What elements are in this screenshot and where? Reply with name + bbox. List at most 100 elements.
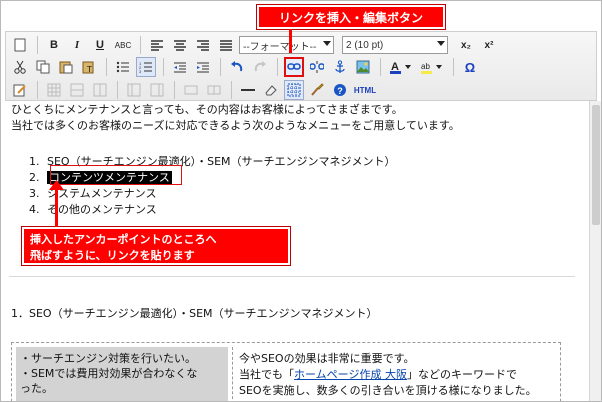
undo-icon[interactable] [227, 57, 247, 77]
split-cells-icon[interactable] [204, 80, 224, 100]
cut-icon[interactable] [10, 57, 30, 77]
list-number: 4. [29, 203, 40, 216]
toolbar-separator [174, 81, 175, 99]
redo-icon[interactable] [250, 57, 270, 77]
toolbar-separator [163, 58, 164, 76]
subscript-button[interactable]: x₂ [456, 35, 476, 55]
unlink-icon[interactable] [307, 57, 327, 77]
format-select-value: --フォーマット-- [243, 41, 317, 53]
align-left-icon[interactable] [147, 35, 167, 55]
paste-icon[interactable] [56, 57, 76, 77]
insert-link-callout: リンクを挿入・編集ボタン [257, 5, 445, 29]
horizontal-rule [9, 276, 575, 277]
homepage-link[interactable]: ホームページ作成 大阪 [294, 368, 407, 381]
anchor-callout-line-1: 挿入したアンカーポイントのところへ [30, 233, 217, 246]
anchor-callout-line-2: 飛ばすように、リンクを貼ります [30, 249, 195, 262]
indent-icon[interactable] [193, 57, 213, 77]
visual-aid-icon[interactable] [284, 80, 304, 100]
content-table: ・サーチエンジン対策を行いたい。 ・SEMでは費用対効果が合わなくな った。 今… [11, 342, 561, 401]
list-item: 4. その他のメンテナンス [29, 201, 157, 217]
arrow-up-icon [49, 180, 64, 190]
svg-text:3: 3 [139, 69, 142, 73]
text-color-icon[interactable]: A [387, 57, 415, 77]
align-right-icon[interactable] [193, 35, 213, 55]
right-line-prefix: 当社でも「 [239, 368, 294, 381]
italic-button[interactable]: I [67, 35, 87, 55]
list-item-text: その他のメンテナンス [47, 203, 157, 216]
special-character-button[interactable]: Ω [460, 57, 480, 77]
right-line-suffix: 」などのキーワードで [406, 368, 517, 381]
left-cell-line: った。 [20, 382, 53, 395]
horizontal-rule-icon[interactable] [238, 80, 258, 100]
list-number: 3. [29, 187, 40, 200]
copy-icon[interactable] [33, 57, 53, 77]
toolbar-row-2: T 123 A ab Ω [10, 56, 483, 78]
anchor-icon[interactable] [330, 57, 350, 77]
intro-line-1: ひとくちにメンテナンスと言っても、その内容はお客様によってさまざまです。 [11, 103, 403, 116]
left-cell-line: ・サーチエンジン対策を行いたい。 [20, 352, 196, 365]
outdent-icon[interactable] [170, 57, 190, 77]
toolbar-separator [277, 58, 278, 76]
scrollbar-thumb[interactable] [592, 105, 600, 225]
delete-column-icon[interactable] [147, 80, 167, 100]
toolbar-separator [37, 36, 38, 54]
superscript-button[interactable]: x² [479, 35, 499, 55]
toolbar-separator [117, 81, 118, 99]
toolbar-row-3: ? HTML [10, 79, 380, 101]
svg-text:?: ? [337, 86, 343, 96]
table-props-icon[interactable] [44, 80, 64, 100]
numbered-list-icon[interactable]: 123 [136, 57, 156, 77]
toolbar-separator [140, 36, 141, 54]
chevron-down-icon [437, 41, 445, 46]
chevron-down-icon [323, 41, 331, 46]
toolbar-row-1: B I U ABC --フォーマット-- 2 (10 pt) x₂ x² [10, 34, 502, 56]
image-icon[interactable] [353, 57, 373, 77]
bullet-list-icon[interactable] [113, 57, 133, 77]
selection-highlight-box [50, 165, 182, 185]
new-document-icon[interactable] [10, 35, 30, 55]
insert-column-icon[interactable] [124, 80, 144, 100]
merge-cells-icon[interactable] [181, 80, 201, 100]
table-cell-right: 今やSEOの効果は非常に重要です。 当社でも「ホームページ作成 大阪」などのキー… [232, 347, 558, 401]
cleanup-icon[interactable] [307, 80, 327, 100]
paste-text-icon[interactable]: T [79, 57, 99, 77]
font-size-select-value: 2 (10 pt) [346, 39, 384, 51]
html-source-button[interactable]: HTML [353, 80, 377, 100]
underline-button[interactable]: U [90, 35, 110, 55]
eraser-icon[interactable] [261, 80, 281, 100]
toolbar-separator [231, 81, 232, 99]
table-row-icon[interactable] [67, 80, 87, 100]
right-cell-line-3: SEOを実施し、数多くの引き合いを頂ける様になりました。 [239, 384, 537, 397]
toolbar-separator [453, 58, 454, 76]
svg-text:T: T [86, 65, 92, 74]
align-justify-icon[interactable] [216, 35, 236, 55]
section-heading: 1．SEO（サーチエンジン最適化）・SEM（サーチエンジンマネジメント） [11, 307, 378, 320]
left-cell-line: ・SEMでは費用対効果が合わなくな [20, 367, 198, 380]
editor-toolbar: B I U ABC --フォーマット-- 2 (10 pt) x₂ x² T 1… [5, 31, 597, 101]
list-number: 1. [29, 155, 40, 168]
toolbar-separator [106, 58, 107, 76]
align-center-icon[interactable] [170, 35, 190, 55]
help-icon[interactable]: ? [330, 80, 350, 100]
anchor-callout: 挿入したアンカーポイントのところへ 飛ばすように、リンクを貼ります [22, 227, 290, 265]
right-cell-line-1: 今やSEOの効果は非常に重要です。 [239, 352, 415, 365]
bold-button[interactable]: B [44, 35, 64, 55]
right-cell-line-2: 当社でも「ホームページ作成 大阪」などのキーワードで [239, 367, 552, 383]
highlight-color-icon[interactable]: ab [418, 57, 446, 77]
intro-line-2: 当社では多くのお客様のニーズに対応できるよう次のようなメニューをご用意しています… [11, 119, 460, 132]
svg-text:ab: ab [421, 62, 430, 71]
table-cell-left: ・サーチエンジン対策を行いたい。 ・SEMでは費用対効果が合わなくな った。 [16, 347, 228, 401]
insert-link-icon[interactable] [284, 57, 304, 77]
font-size-select[interactable]: 2 (10 pt) [342, 36, 448, 54]
callout-pointer [289, 29, 292, 53]
vertical-scrollbar[interactable] [589, 101, 601, 401]
strikethrough-button[interactable]: ABC [113, 35, 133, 55]
toolbar-separator [380, 58, 381, 76]
edit-source-icon[interactable] [10, 80, 30, 100]
list-number: 2. [29, 171, 40, 184]
toolbar-separator [37, 81, 38, 99]
callout-pointer [55, 187, 58, 227]
table-cell-icon[interactable] [90, 80, 110, 100]
toolbar-separator [220, 58, 221, 76]
format-select[interactable]: --フォーマット-- [239, 36, 334, 54]
